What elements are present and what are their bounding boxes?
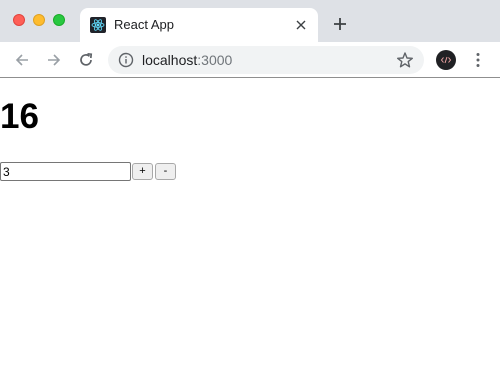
window-maximize-button[interactable] (53, 14, 65, 26)
url-text[interactable]: localhost:3000 (142, 52, 232, 68)
step-input[interactable] (0, 162, 131, 181)
new-tab-plus-icon[interactable] (330, 14, 350, 34)
tab-title: React App (114, 17, 174, 32)
url-host: localhost (142, 52, 198, 68)
address-bar[interactable]: localhost:3000 (108, 46, 424, 74)
reload-icon[interactable] (76, 50, 96, 70)
decrement-button[interactable]: - (155, 163, 176, 180)
browser-toolbar: localhost:3000 (0, 42, 500, 78)
browser-tab-strip: React App (0, 0, 500, 42)
site-info-icon[interactable] (118, 52, 134, 68)
react-logo-icon (90, 17, 106, 33)
kebab-menu-icon[interactable] (470, 50, 486, 70)
url-port: :3000 (197, 52, 233, 68)
code-extension-icon[interactable] (436, 50, 456, 70)
forward-arrow-icon[interactable] (44, 50, 64, 70)
tab-close-icon[interactable] (292, 16, 310, 34)
browser-tab-react-app[interactable]: React App (80, 8, 318, 42)
increment-button[interactable]: + (132, 163, 153, 180)
window-minimize-button[interactable] (33, 14, 45, 26)
bookmark-star-icon[interactable] (396, 51, 414, 69)
window-close-button[interactable] (13, 14, 25, 26)
counter-controls: + - (0, 162, 176, 181)
page-content: 16 + - (0, 79, 500, 375)
counter-value: 16 (0, 97, 39, 136)
back-arrow-icon[interactable] (12, 50, 32, 70)
